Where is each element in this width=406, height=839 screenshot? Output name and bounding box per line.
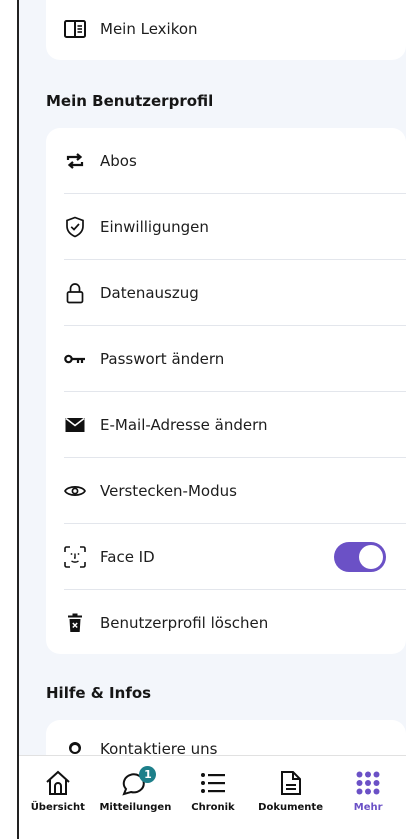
menu-item-datenauszug[interactable]: Datenauszug (64, 260, 406, 326)
key-icon (64, 348, 86, 370)
tab-label: Übersicht (30, 802, 85, 813)
menu-item-abos[interactable]: Abos (64, 128, 406, 194)
menu-item-label: Abos (100, 151, 137, 170)
book-icon (64, 18, 86, 40)
toggle-knob (359, 545, 383, 569)
tab-mitteilungen[interactable]: 1 Mitteilungen (97, 756, 175, 839)
tab-bar: Übersicht 1 Mitteilungen Chronik Dokumen… (19, 755, 406, 839)
trash-icon (64, 612, 86, 634)
screen: Mein Lexikon Mein Benutzerprofil Abos Ei… (17, 0, 406, 839)
tab-label: Dokumente (258, 802, 323, 813)
face-id-toggle[interactable] (334, 542, 386, 572)
menu-item-label: Face ID (100, 547, 155, 566)
menu-item-label: Passwort ändern (100, 349, 225, 368)
envelope-icon (64, 414, 86, 436)
document-icon (280, 768, 302, 798)
tab-label: Chronik (191, 802, 235, 813)
help-card: Kontaktiere uns (46, 720, 406, 756)
list-icon (200, 768, 226, 798)
menu-item-label: E-Mail-Adresse ändern (100, 415, 268, 434)
lexikon-card: Mein Lexikon (46, 0, 406, 60)
tab-label: Mehr (353, 802, 383, 813)
menu-item-label: Benutzerprofil löschen (100, 613, 269, 632)
profile-card: Abos Einwilligungen Datenauszug Passwort… (46, 128, 406, 654)
menu-item-label: Verstecken-Modus (100, 481, 237, 500)
menu-item-label: Kontaktiere uns (100, 740, 218, 756)
menu-item-einwilligungen[interactable]: Einwilligungen (64, 194, 406, 260)
menu-item-label: Einwilligungen (100, 217, 209, 236)
menu-item-loeschen[interactable]: Benutzerprofil löschen (64, 590, 406, 655)
notification-badge: 1 (139, 766, 157, 783)
lock-icon (64, 282, 86, 304)
menu-item-email[interactable]: E-Mail-Adresse ändern (64, 392, 406, 458)
menu-item-passwort[interactable]: Passwort ändern (64, 326, 406, 392)
menu-item-label: Mein Lexikon (100, 20, 198, 38)
menu-item-face-id: Face ID (64, 524, 406, 590)
tab-chronik[interactable]: Chronik (174, 756, 252, 839)
menu-item-kontakt[interactable]: Kontaktiere uns (64, 720, 406, 756)
tab-mehr[interactable]: Mehr (329, 756, 406, 839)
menu-item-lexikon[interactable]: Mein Lexikon (64, 0, 198, 58)
person-icon (64, 740, 86, 756)
content-scroll[interactable]: Mein Lexikon Mein Benutzerprofil Abos Ei… (19, 0, 406, 756)
repeat-icon (64, 150, 86, 172)
tab-label: Mitteilungen (99, 802, 172, 813)
tab-dokumente[interactable]: Dokumente (252, 756, 330, 839)
shield-check-icon (64, 216, 86, 238)
section-title-help: Hilfe & Infos (46, 684, 152, 702)
face-id-icon (64, 545, 86, 568)
menu-item-label: Datenauszug (100, 283, 199, 302)
menu-item-verstecken[interactable]: Verstecken-Modus (64, 458, 406, 524)
grid-dots-icon (356, 768, 380, 798)
section-title-profile: Mein Benutzerprofil (46, 92, 214, 110)
home-icon (45, 768, 71, 798)
tab-uebersicht[interactable]: Übersicht (19, 756, 97, 839)
eye-icon (64, 480, 86, 502)
